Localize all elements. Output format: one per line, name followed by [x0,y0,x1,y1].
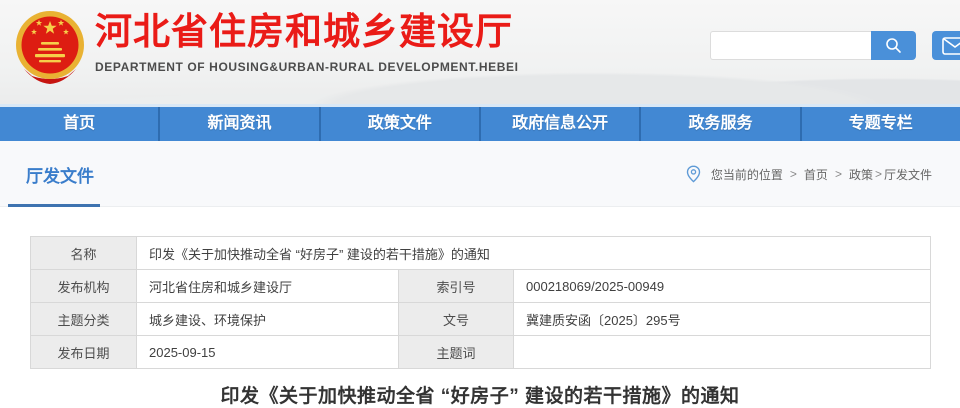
breadcrumb-home[interactable]: 首页 [804,166,828,183]
field-value-issuer: 河北省住房和城乡建设厅 [137,270,399,303]
field-label-publish-date: 发布日期 [31,336,137,369]
table-row: 发布机构 河北省住房和城乡建设厅 索引号 000218069/2025-0094… [31,270,931,303]
field-value-name: 印发《关于加快推动全省 “好房子” 建设的若干措施》的通知 [137,237,931,270]
field-label-issuer: 发布机构 [31,270,137,303]
table-row: 主题分类 城乡建设、环境保护 文号 冀建质安函〔2025〕295号 [31,303,931,336]
nav-item-news[interactable]: 新闻资讯 [160,107,320,141]
breadcrumb-policy[interactable]: 政策 [849,166,873,183]
nav-item-policy[interactable]: 政策文件 [321,107,481,141]
field-value-keywords [514,336,931,369]
envelope-icon [942,37,960,55]
content-area: 名称 印发《关于加快推动全省 “好房子” 建设的若干措施》的通知 发布机构 河北… [0,207,960,408]
field-label-keywords: 主题词 [399,336,514,369]
tab-dept-documents[interactable]: 厅发文件 [26,162,94,187]
field-value-doc-number: 冀建质安函〔2025〕295号 [514,303,931,336]
site-search [710,31,916,60]
field-value-index-number: 000218069/2025-00949 [514,270,931,303]
nav-item-gov-info[interactable]: 政府信息公开 [481,107,641,141]
field-label-topic-category: 主题分类 [31,303,137,336]
site-identity: 河北省住房和城乡建设厅 DEPARTMENT OF HOUSING&URBAN-… [95,12,519,74]
field-label-name: 名称 [31,237,137,270]
table-row: 名称 印发《关于加快推动全省 “好房子” 建设的若干措施》的通知 [31,237,931,270]
breadcrumb-dept-documents[interactable]: 厅发文件 [884,166,932,183]
breadcrumb-separator: > [790,167,797,181]
field-value-publish-date: 2025-09-15 [137,336,399,369]
breadcrumb: 您当前的位置 > 首页 > 政策 > 厅发文件 [686,165,932,183]
search-button[interactable] [871,31,916,60]
table-row: 发布日期 2025-09-15 主题词 [31,336,931,369]
field-label-index-number: 索引号 [399,270,514,303]
site-subtitle: DEPARTMENT OF HOUSING&URBAN-RURAL DEVELO… [95,60,519,74]
section-strip: 厅发文件 您当前的位置 > 首页 > 政策 > 厅发文件 [0,141,960,207]
field-label-doc-number: 文号 [399,303,514,336]
main-nav: 首页 新闻资讯 政策文件 政府信息公开 政务服务 专题专栏 [0,107,960,141]
location-pin-icon [686,165,701,183]
mail-button[interactable] [932,31,960,60]
national-emblem-logo [12,5,88,89]
breadcrumb-separator: > [875,167,882,181]
search-input[interactable] [710,31,871,60]
article-title: 印发《关于加快推动全省 “好房子” 建设的若干措施》的通知 [0,381,960,408]
nav-item-home[interactable]: 首页 [0,107,160,141]
tab-active-underline [8,204,100,207]
nav-item-services[interactable]: 政务服务 [641,107,801,141]
nav-item-topics[interactable]: 专题专栏 [802,107,960,141]
breadcrumb-separator: > [835,167,842,181]
breadcrumb-prefix: 您当前的位置 [711,166,783,183]
search-icon [885,37,902,54]
field-value-topic-category: 城乡建设、环境保护 [137,303,399,336]
document-metadata-table: 名称 印发《关于加快推动全省 “好房子” 建设的若干措施》的通知 发布机构 河北… [30,236,931,369]
site-title: 河北省住房和城乡建设厅 [95,12,519,53]
site-banner: 河北省住房和城乡建设厅 DEPARTMENT OF HOUSING&URBAN-… [0,0,960,107]
